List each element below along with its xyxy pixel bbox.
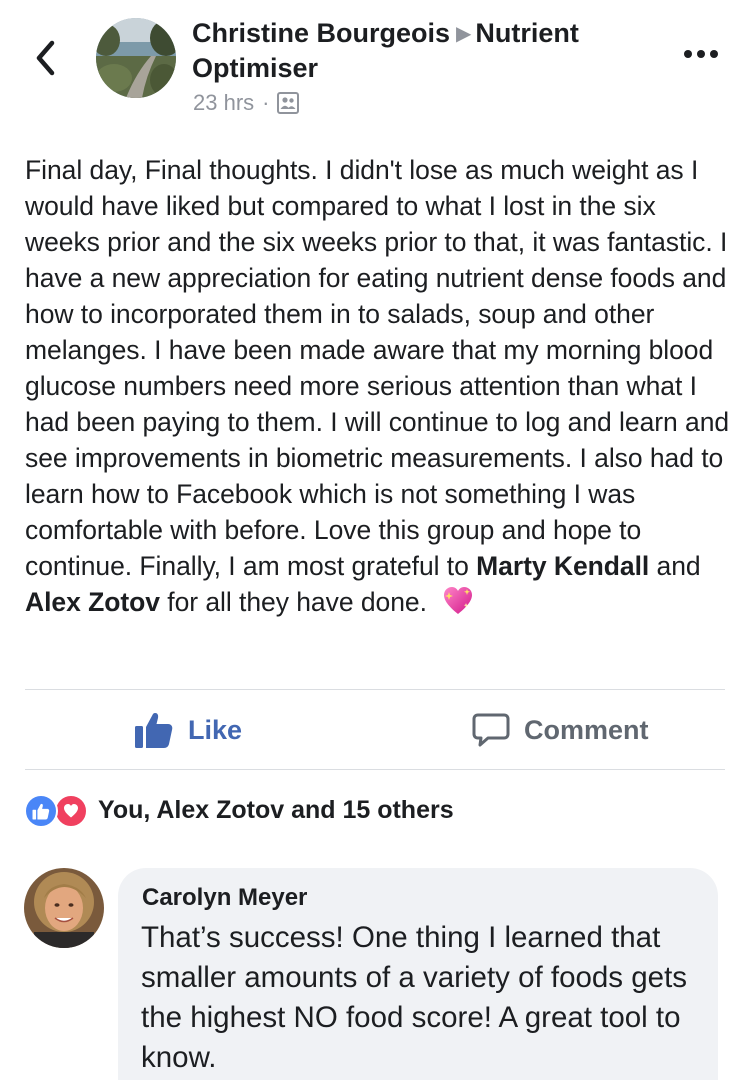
like-button[interactable]: Like — [134, 706, 242, 754]
author-avatar[interactable] — [96, 18, 176, 98]
post-page: Christine Bourgeois ▶ Nutrient Optimiser 2… — [0, 0, 749, 1080]
love-reaction-icon — [54, 794, 88, 828]
comment-button[interactable]: Comment — [472, 706, 649, 754]
comment-bubble: Carolyn Meyer That’s success! One thing … — [118, 868, 718, 1080]
post-text-part: Final day, Final thoughts. I didn't lose… — [25, 155, 730, 581]
comment-text: That’s success! One thing I learned that… — [141, 921, 688, 1074]
post-text: Final day, Final thoughts. I didn't lose… — [25, 152, 731, 626]
post-text-part: for all they have done. — [159, 587, 427, 617]
arrow-right-icon: ▶ — [456, 23, 472, 45]
sparkling-heart-icon — [441, 585, 475, 626]
meta-separator: · — [262, 90, 270, 115]
commenter-avatar[interactable] — [24, 868, 104, 948]
divider — [25, 689, 725, 690]
author-name[interactable]: Christine Bourgeois — [192, 18, 450, 48]
mention-alex-zotov[interactable]: Alex Zotov — [25, 587, 160, 617]
more-dots-icon — [684, 50, 718, 58]
comment-author[interactable]: Carolyn Meyer — [142, 884, 307, 912]
reactions-summary-text: You, Alex Zotov and 15 others — [98, 795, 454, 824]
like-reaction-icon — [24, 794, 58, 828]
reaction-icons — [24, 792, 92, 828]
like-label: Like — [188, 714, 243, 745]
mention-marty-kendall[interactable]: Marty Kendall — [476, 551, 649, 581]
post-meta: 23 hrs · — [193, 88, 300, 118]
back-button[interactable] — [30, 38, 64, 78]
divider — [25, 769, 725, 770]
comment-label: Comment — [524, 714, 649, 745]
more-options-button[interactable] — [681, 44, 721, 64]
post-header: Christine Bourgeois ▶ Nutrient Optimiser 2… — [0, 0, 749, 130]
post-author-line: Christine Bourgeois ▶ Nutrient Optimiser — [192, 16, 652, 85]
chevron-left-icon — [36, 40, 55, 76]
group-audience-icon — [277, 92, 300, 114]
comment-bubble-icon — [472, 712, 510, 748]
reactions-summary[interactable]: You, Alex Zotov and 15 others — [24, 792, 454, 828]
post-text-part: and — [649, 551, 701, 581]
post-timestamp[interactable]: 23 hrs — [193, 90, 254, 116]
thumbs-up-icon — [134, 711, 174, 749]
